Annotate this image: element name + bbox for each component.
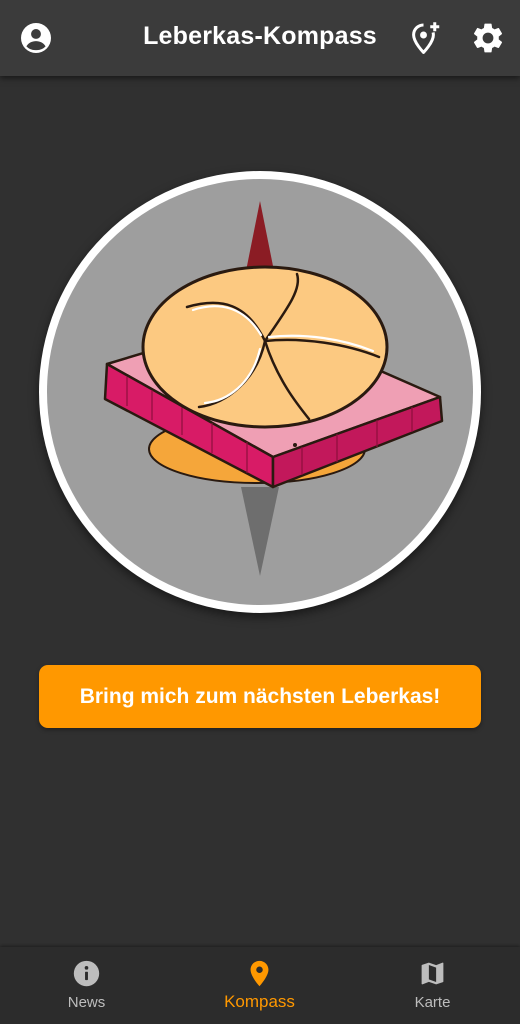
app-bar: Leberkas-Kompass [0, 0, 520, 76]
find-nearest-leberkas-button[interactable]: Bring mich zum nächsten Leberkas! [39, 665, 481, 728]
add-location-icon[interactable] [407, 20, 443, 56]
leberkas-compass-graphic [103, 201, 444, 576]
info-icon [73, 960, 100, 987]
settings-gear-icon[interactable] [470, 20, 506, 56]
nav-label-kompass: Kompass [224, 992, 295, 1011]
bottom-navigation: News Kompass Karte [0, 947, 520, 1024]
nav-item-news[interactable]: News [0, 947, 173, 1024]
map-icon [421, 962, 444, 985]
location-pin-icon [250, 960, 269, 987]
compass-face [47, 179, 473, 605]
compass-needle-south [241, 487, 279, 576]
compass-dial [39, 171, 481, 613]
nav-item-kompass[interactable]: Kompass [173, 947, 346, 1024]
nav-item-karte[interactable]: Karte [346, 947, 519, 1024]
nav-label-karte: Karte [414, 994, 451, 1011]
nav-label-news: News [67, 994, 106, 1011]
